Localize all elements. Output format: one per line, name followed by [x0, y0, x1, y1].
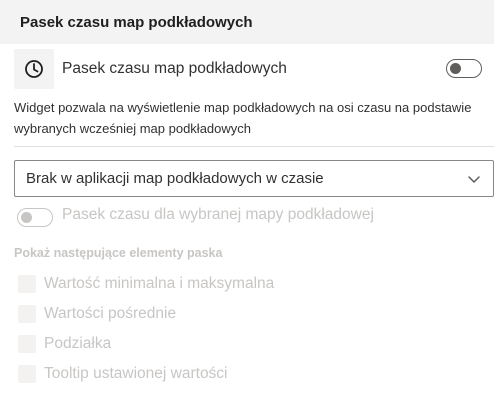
selected-map-toggle-label: Pasek czasu dla wybranej mapy podkładowe… [62, 206, 374, 223]
checkbox-box[interactable] [18, 365, 36, 383]
checkbox-label: Tooltip ustawionej wartości [44, 365, 228, 382]
description-text: Widget pozwala na wyświetlenie map podkł… [14, 100, 472, 136]
checkbox-label: Wartość minimalna i maksymalna [44, 275, 275, 292]
section-title: Pasek czasu map podkładowych [20, 13, 253, 31]
timeline-settings-panel: Pasek czasu map podkładowych Pasek czasu… [0, 0, 497, 420]
checkbox-min-max[interactable]: Wartość minimalna i maksymalna [18, 274, 274, 294]
checkbox-box[interactable] [18, 305, 36, 323]
section-header: Pasek czasu map podkładowych [0, 0, 494, 44]
checkbox-label: Podziałka [44, 335, 112, 352]
main-toggle-switch[interactable] [446, 59, 482, 78]
clock-icon [14, 49, 54, 89]
checkbox-intermediate-values[interactable]: Wartości pośrednie [18, 304, 176, 324]
checkbox-box[interactable] [18, 335, 36, 353]
main-toggle-label: Pasek czasu map podkładowych [62, 60, 287, 77]
elements-section-title: Pokaż następujące elementy paska [14, 246, 223, 260]
checkbox-scale[interactable]: Podziałka [18, 334, 111, 354]
checkbox-tooltip[interactable]: Tooltip ustawionej wartości [18, 364, 228, 384]
basemap-dropdown[interactable]: Brak w aplikacji map podkładowych w czas… [14, 160, 494, 197]
dropdown-value: Brak w aplikacji map podkładowych w czas… [26, 170, 324, 187]
chevron-down-icon [468, 176, 480, 183]
selected-map-toggle-switch[interactable] [17, 208, 53, 227]
toggle-knob [450, 62, 461, 74]
checkbox-box[interactable] [18, 275, 36, 293]
checkbox-label: Wartości pośrednie [44, 305, 177, 322]
main-toggle-row: Pasek czasu map podkładowych [14, 48, 494, 90]
toggle-knob [21, 211, 32, 223]
divider [14, 146, 494, 147]
